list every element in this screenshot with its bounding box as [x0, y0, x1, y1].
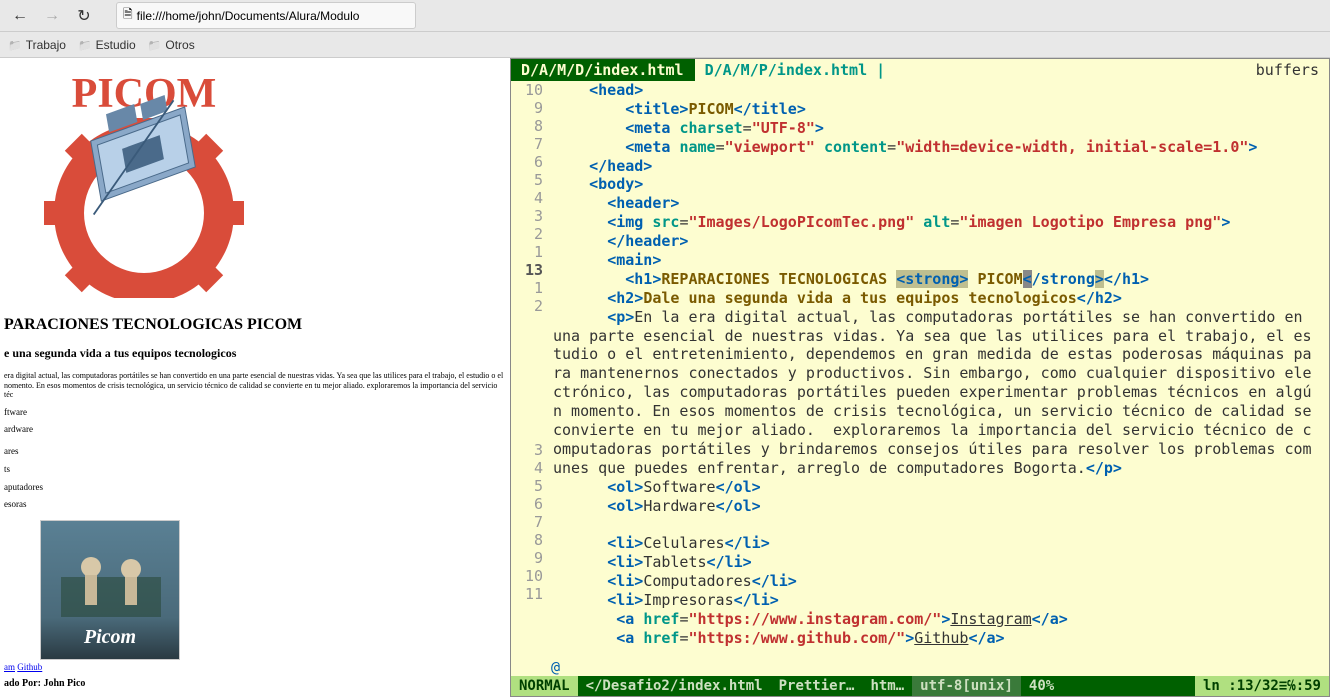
links-row: am Github: [4, 662, 506, 672]
folder-icon: [78, 38, 92, 52]
card-label: Picom: [41, 626, 179, 649]
code-area[interactable]: 109876543211312 34567891011 <head> <titl…: [511, 81, 1329, 658]
instagram-link[interactable]: am: [4, 662, 15, 672]
bookmark-estudio[interactable]: Estudio: [78, 38, 136, 52]
tab-buffers[interactable]: buffers: [1256, 61, 1329, 79]
url-text: file:///home/john/Documents/Alura/Modulo: [137, 9, 360, 23]
nav-reload-button[interactable]: ↻: [72, 4, 96, 28]
code-content[interactable]: <head> <title>PICOM</title> <meta charse…: [553, 81, 1329, 658]
browser-toolbar: ← → ↻ 🗎 file:///home/john/Documents/Alur…: [0, 0, 1330, 32]
list-item: ts: [4, 464, 506, 476]
page-heading-2: e una segunda vida a tus equipos tecnolo…: [4, 346, 506, 361]
bookmarks-bar: Trabajo Estudio Otros: [0, 32, 1330, 58]
status-path: </Desafio2/index.html: [578, 678, 771, 694]
nav-forward-button[interactable]: →: [40, 4, 64, 28]
list-item: aputadores: [4, 482, 506, 494]
list-item: esoras: [4, 499, 506, 511]
bookmark-otros[interactable]: Otros: [148, 38, 195, 52]
status-filetype: htm…: [862, 678, 912, 694]
file-icon: 🗎: [123, 5, 133, 26]
logo-image: PICOM: [4, 70, 284, 300]
status-prettier: Prettier…: [771, 678, 863, 694]
list-item: ares: [4, 446, 506, 458]
code-editor[interactable]: D/A/M/D/index.html D/A/M/P/index.html | …: [510, 58, 1330, 697]
list-item: ardware: [4, 424, 506, 436]
end-of-buffer: @: [551, 658, 1329, 676]
editor-tabs: D/A/M/D/index.html D/A/M/P/index.html | …: [511, 59, 1329, 81]
creator-text: ado Por: John Pico: [4, 678, 506, 689]
tab-active[interactable]: D/A/M/D/index.html: [511, 59, 695, 81]
card-image: Picom: [40, 520, 180, 660]
tab-inactive[interactable]: D/A/M/P/index.html |: [695, 59, 897, 81]
page-paragraph: era digital actual, las computadoras por…: [4, 371, 506, 400]
url-bar[interactable]: 🗎 file:///home/john/Documents/Alura/Modu…: [116, 2, 416, 29]
list-item: ftware: [4, 407, 506, 419]
status-encoding: utf-8[unix]: [912, 676, 1021, 696]
nav-back-button[interactable]: ←: [8, 4, 32, 28]
github-link[interactable]: Github: [17, 662, 42, 672]
line-gutter: 109876543211312 34567891011: [511, 81, 553, 658]
status-mode: NORMAL: [511, 676, 578, 696]
browser-viewport[interactable]: PICOM: [0, 58, 510, 697]
folder-icon: [8, 38, 22, 52]
folder-icon: [148, 38, 162, 52]
bookmark-trabajo[interactable]: Trabajo: [8, 38, 66, 52]
status-position: ln :13/32≡℅:59: [1195, 676, 1329, 696]
page-heading-1: PARACIONES TECNOLOGICAS PICOM: [4, 316, 506, 334]
status-bar: NORMAL </Desafio2/index.html Prettier… h…: [511, 676, 1329, 696]
status-percent: 40%: [1021, 678, 1062, 694]
